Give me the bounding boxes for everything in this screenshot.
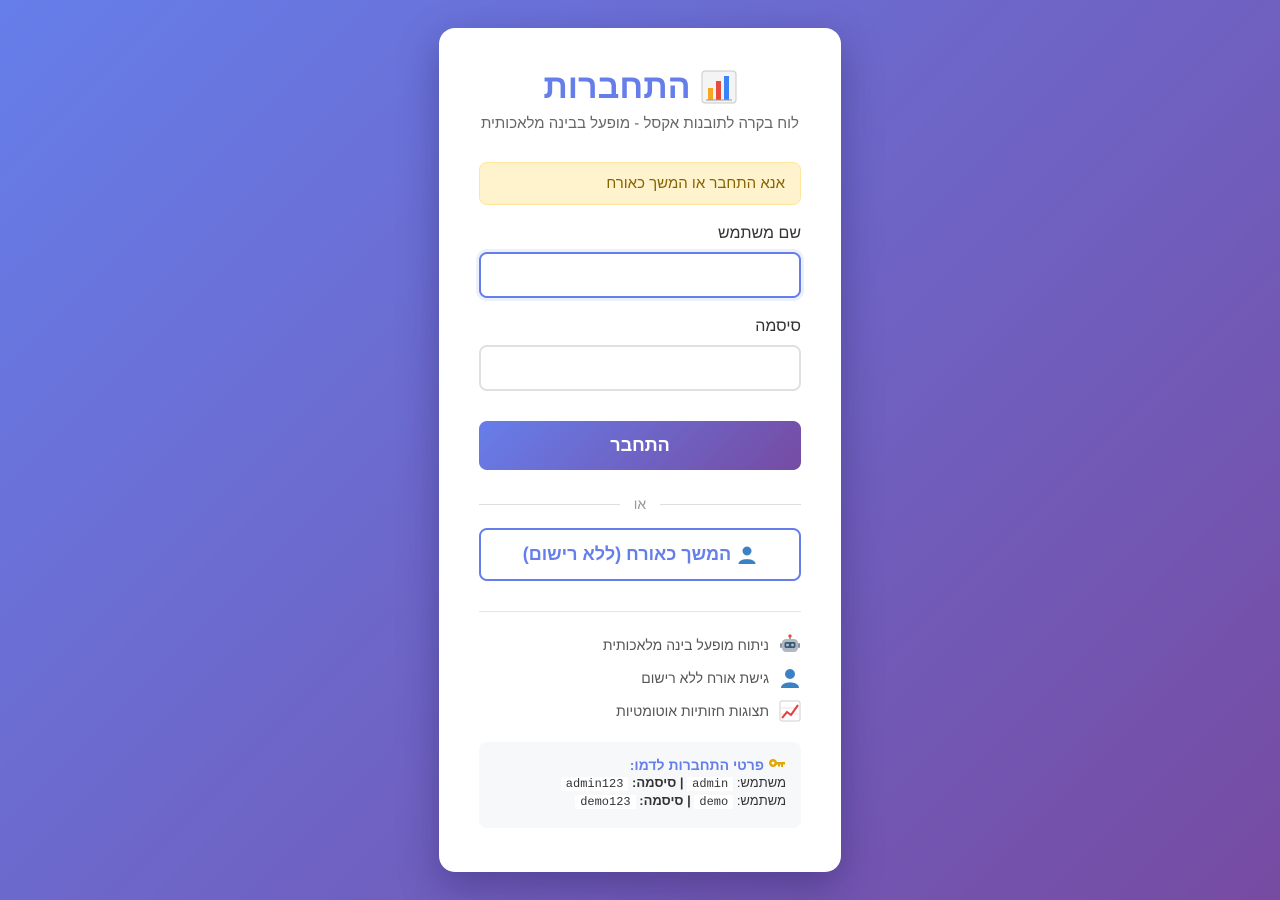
bar-chart-icon: [701, 70, 737, 104]
demo-separator: |: [679, 775, 684, 790]
demo-password: admin123: [560, 777, 629, 791]
feature-text: ניתוח מופעל בינה מלאכותית: [602, 636, 769, 653]
section-separator: [479, 611, 801, 612]
demo-separator: |: [687, 793, 691, 808]
person-icon: [737, 545, 757, 565]
demo-password: demo123: [575, 795, 636, 809]
robot-icon: [779, 633, 801, 656]
demo-account-row: משתמש: admin | סיסמה: admin123: [494, 775, 786, 792]
guest-button-label: המשך כאורח (ללא רישום): [522, 544, 732, 564]
chart-increasing-icon: [779, 700, 801, 722]
login-subtitle: לוח בקרה לתובנות אקסל - מופעל בבינה מלאכ…: [480, 115, 800, 132]
demo-credentials: פרטי התחברות לדמו: משתמש: admin | סיסמה:…: [479, 742, 801, 828]
feature-list: ניתוח מופעל בינה מלאכותית גישת אורח ללא …: [479, 628, 801, 727]
divider-line: [479, 503, 620, 505]
page-title: התחברות: [479, 68, 801, 106]
demo-user-label: משתמש:: [736, 793, 786, 808]
divider-line: [660, 503, 801, 505]
feature-item: גישת אורח ללא רישום: [479, 661, 801, 694]
key-icon: [768, 757, 786, 773]
demo-account-row: משתמש: demo | סיסמה: demo123: [494, 793, 786, 810]
login-title: התחברות: [543, 68, 691, 106]
demo-password-label: סיסמה:: [632, 775, 677, 790]
feature-text: תצוגות חזותיות אוטומטיות: [616, 702, 769, 719]
person-icon: [779, 667, 801, 689]
feature-item: ניתוח מופעל בינה מלאכותית: [479, 628, 801, 661]
feature-text: גישת אורח ללא רישום: [641, 669, 769, 686]
demo-user-label: משתמש:: [736, 775, 786, 790]
feature-item: תצוגות חזותיות אוטומטיות: [479, 694, 801, 727]
demo-username: admin: [687, 777, 734, 791]
demo-username: demo: [694, 795, 734, 809]
password-input[interactable]: [479, 345, 801, 391]
demo-title: פרטי התחברות לדמו:: [494, 756, 786, 774]
guest-button[interactable]: המשך כאורח (ללא רישום): [479, 528, 801, 581]
username-label: שם משתמש: [717, 225, 801, 242]
divider-text: או: [633, 496, 647, 512]
login-card: התחברות לוח בקרה לתובנות אקסל - מופעל בב…: [439, 28, 841, 872]
username-input[interactable]: [479, 252, 801, 298]
login-alert: אנא התחבר או המשך כאורח: [479, 162, 801, 205]
or-divider: או: [479, 494, 801, 514]
login-button[interactable]: התחבר: [479, 421, 801, 470]
demo-title-text: פרטי התחברות לדמו:: [629, 757, 764, 773]
password-label: סיסמה: [755, 318, 801, 335]
demo-password-label: סיסמה:: [639, 793, 684, 808]
